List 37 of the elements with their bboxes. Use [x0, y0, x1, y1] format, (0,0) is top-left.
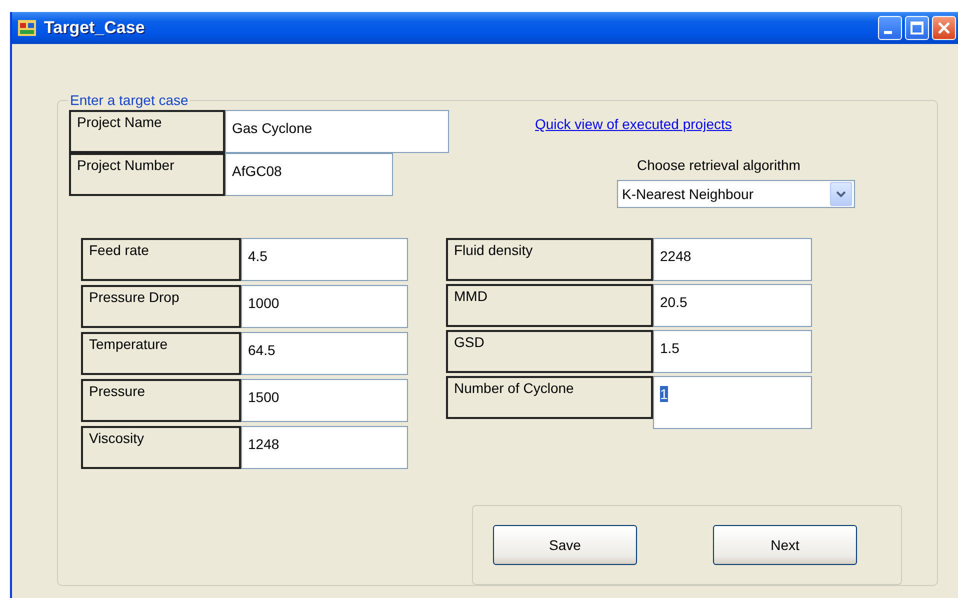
- field-label: Feed rate: [81, 238, 241, 281]
- field-label: Pressure Drop: [81, 285, 241, 328]
- input-field[interactable]: 1500: [241, 379, 408, 422]
- close-button[interactable]: [932, 16, 956, 40]
- input-field[interactable]: 1000: [241, 285, 408, 328]
- field-label: Temperature: [81, 332, 241, 375]
- algorithm-dropdown[interactable]: K-Nearest Neighbour: [617, 180, 855, 208]
- algorithm-label: Choose retrieval algorithm: [637, 157, 802, 173]
- field-label: Project Number: [69, 153, 225, 196]
- close-icon: [937, 21, 951, 35]
- group-title: Enter a target case: [69, 92, 190, 108]
- input-field[interactable]: 2248: [653, 238, 812, 281]
- input-field[interactable]: 1: [653, 376, 812, 429]
- minimize-icon: [884, 30, 892, 34]
- minimize-button[interactable]: [878, 16, 902, 40]
- field-label: Fluid density: [446, 238, 653, 281]
- input-field[interactable]: 1248: [241, 426, 408, 469]
- input-field[interactable]: Gas Cyclone: [225, 110, 449, 153]
- window-title: Target_Case: [44, 18, 146, 38]
- action-button[interactable]: Save: [493, 525, 637, 565]
- chevron-icon: [836, 190, 846, 198]
- field-label: MMD: [446, 284, 653, 327]
- projects-link[interactable]: Quick view of executed projects: [535, 116, 855, 132]
- field-label: GSD: [446, 330, 653, 373]
- input-field[interactable]: 20.5: [653, 284, 812, 327]
- input-field[interactable]: 64.5: [241, 332, 408, 375]
- action-button[interactable]: Next: [713, 525, 857, 565]
- field-label: Number of Cyclone: [446, 376, 653, 419]
- maximize-button[interactable]: [905, 16, 929, 40]
- input-field[interactable]: 4.5: [241, 238, 408, 281]
- input-field[interactable]: 1.5: [653, 330, 812, 373]
- field-label: Viscosity: [81, 426, 241, 469]
- field-label: Project Name: [69, 110, 225, 153]
- app-icon: [18, 20, 36, 36]
- maximize-icon: [910, 21, 924, 35]
- field-label: Pressure: [81, 379, 241, 422]
- input-field[interactable]: AfGC08: [225, 153, 393, 196]
